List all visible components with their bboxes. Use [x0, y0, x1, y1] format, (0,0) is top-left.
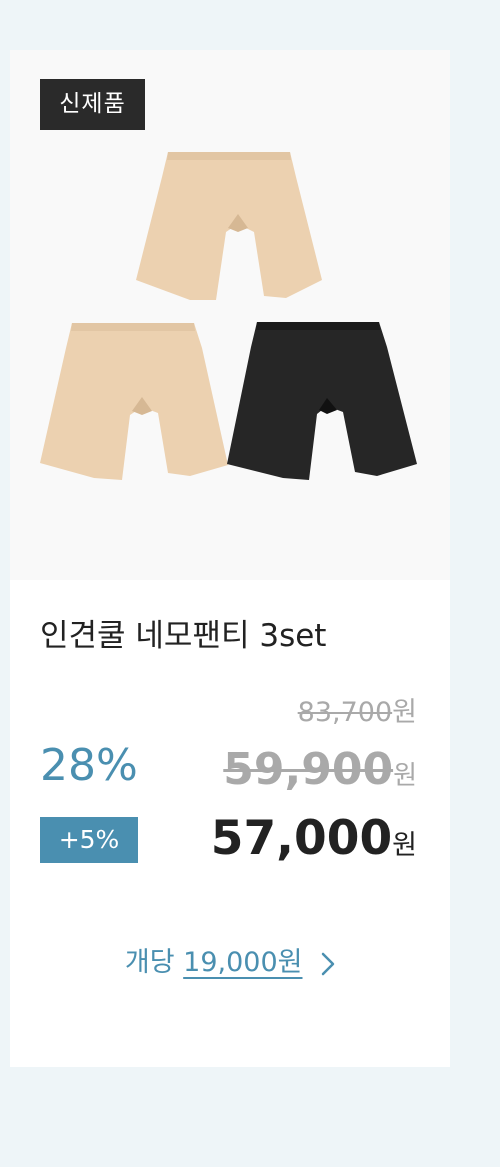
per-unit-price-link[interactable]: 개당 19,000원	[10, 940, 450, 979]
black-shorts-image	[227, 322, 417, 480]
per-unit-label: 개당	[124, 947, 175, 978]
product-name[interactable]: 인견쿨 네모팬티 3set	[40, 610, 326, 655]
sale-price-value: 59,900	[223, 744, 394, 795]
extra-discount-badge: +5%	[40, 817, 138, 863]
discount-rate: 28%	[40, 740, 138, 791]
sale-price: 59,900원	[223, 744, 417, 795]
final-price-value: 57,000	[210, 811, 393, 866]
original-price: 83,700원	[298, 690, 417, 729]
original-price-value: 83,700	[297, 697, 393, 728]
chevron-right-icon	[321, 952, 335, 975]
beige-shorts-image	[136, 152, 322, 300]
sale-price-unit: 원	[393, 761, 417, 791]
product-card[interactable]: 신제품 인견쿨 네모팬티 3set 83,700원 28% 59,900원 +5…	[10, 50, 450, 1067]
product-image-area[interactable]: 신제품	[10, 50, 450, 580]
beige-shorts-image	[40, 323, 228, 480]
final-price: 57,000원	[211, 811, 417, 866]
product-image[interactable]	[10, 140, 450, 500]
final-price-unit: 원	[392, 830, 417, 861]
original-price-unit: 원	[392, 697, 417, 728]
new-product-badge: 신제품	[40, 79, 145, 130]
per-unit-amount: 19,000원	[183, 947, 303, 978]
